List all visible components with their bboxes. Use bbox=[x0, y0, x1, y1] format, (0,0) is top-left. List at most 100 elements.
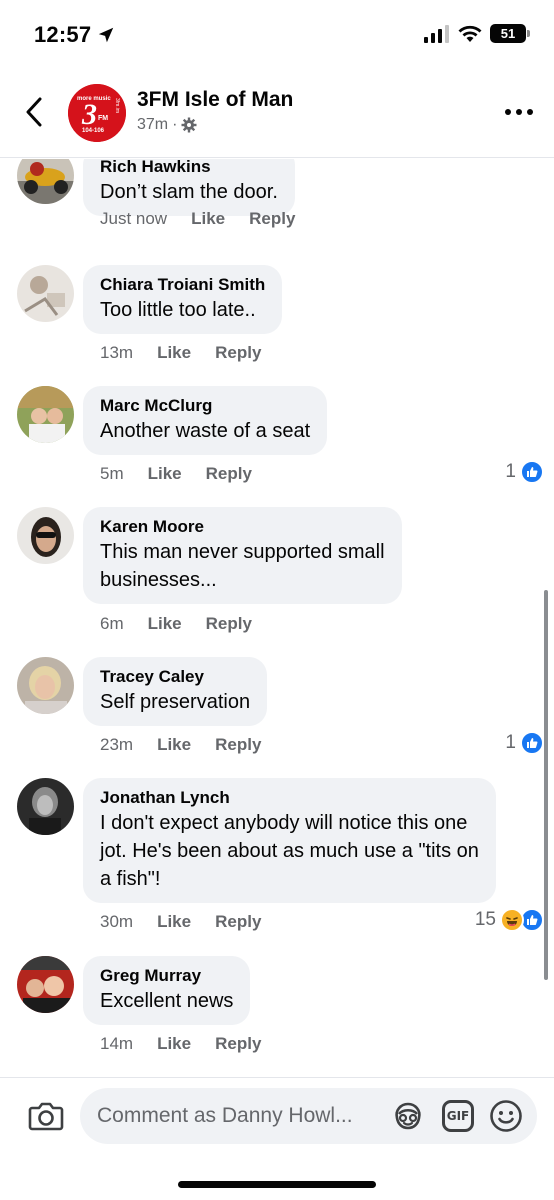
gif-icon: GIF bbox=[446, 1109, 470, 1123]
status-bar: 12:57 51 bbox=[0, 0, 554, 70]
like-icon bbox=[520, 460, 544, 484]
like-button[interactable]: Like bbox=[148, 464, 182, 484]
emoji-button[interactable] bbox=[489, 1099, 523, 1133]
svg-text:3: 3 bbox=[81, 98, 97, 131]
comment-meta: 14m Like Reply bbox=[100, 1034, 285, 1054]
comment-meta: 23m Like Reply bbox=[100, 735, 285, 755]
like-button[interactable]: Like bbox=[157, 1034, 191, 1054]
post-meta: 37m · bbox=[137, 116, 197, 134]
reply-button[interactable]: Reply bbox=[215, 343, 261, 363]
status-time-group: 12:57 bbox=[34, 22, 115, 48]
avatar[interactable] bbox=[17, 657, 74, 714]
svg-text:FM: FM bbox=[98, 115, 108, 122]
comment-meta: 30m Like Reply bbox=[100, 912, 285, 932]
comment-bubble[interactable]: Karen Moore This man never supported sma… bbox=[83, 507, 402, 604]
comment-text: Too little too late.. bbox=[100, 299, 256, 321]
comment-text-line: businesses... bbox=[100, 569, 217, 591]
avatar[interactable] bbox=[17, 386, 74, 443]
comment-author[interactable]: Marc McClurg bbox=[100, 395, 310, 417]
avatar[interactable] bbox=[17, 265, 74, 322]
back-button[interactable] bbox=[18, 94, 50, 130]
avatar-sticker-button[interactable] bbox=[392, 1100, 424, 1132]
avatar[interactable] bbox=[17, 507, 74, 564]
gif-button[interactable]: GIF bbox=[442, 1100, 474, 1132]
comment-composer: Comment as Danny Howl... GIF bbox=[0, 1077, 554, 1200]
comment-input-placeholder: Comment as Danny Howl... bbox=[97, 1104, 353, 1127]
comment-time: 14m bbox=[100, 1034, 134, 1053]
like-button[interactable]: Like bbox=[191, 209, 225, 229]
battery-level: 51 bbox=[500, 26, 516, 41]
comment-bubble[interactable]: Rich Hawkins Don’t slam the door. bbox=[83, 159, 295, 216]
comment-time: 30m bbox=[100, 912, 134, 931]
comment-time: 6m bbox=[100, 614, 124, 633]
comment-time: 13m bbox=[100, 343, 134, 362]
comment-bubble[interactable]: Chiara Troiani Smith Too little too late… bbox=[83, 265, 283, 334]
status-icons: 51 bbox=[424, 24, 530, 43]
like-button[interactable]: Like bbox=[157, 912, 191, 932]
comment-input[interactable]: Comment as Danny Howl... GIF bbox=[80, 1088, 537, 1144]
comment-text-line: This man never supported small bbox=[100, 541, 385, 563]
meta-separator: · bbox=[172, 116, 178, 133]
reply-button[interactable]: Reply bbox=[215, 735, 261, 755]
avatar-image bbox=[17, 386, 74, 443]
comment-text: Don’t slam the door. bbox=[100, 181, 278, 203]
comment-author[interactable]: Jonathan Lynch bbox=[100, 787, 479, 809]
avatar[interactable] bbox=[17, 956, 74, 1013]
avatar-image bbox=[17, 159, 74, 204]
comment-text: Excellent news bbox=[100, 990, 234, 1012]
post-header: more music 3 FM 104-106 3fm.im 3FM Isle … bbox=[0, 70, 554, 158]
comment-bubble[interactable]: Tracey Caley Self preservation bbox=[83, 657, 268, 726]
page-title[interactable]: 3FM Isle of Man bbox=[137, 88, 293, 112]
reaction-summary[interactable]: 1 bbox=[505, 731, 544, 755]
avatar-image bbox=[17, 265, 74, 322]
page-avatar[interactable]: more music 3 FM 104-106 3fm.im bbox=[68, 84, 126, 142]
comment-time: 23m bbox=[100, 735, 134, 754]
reaction-summary[interactable]: 1 bbox=[505, 460, 544, 484]
haha-icon bbox=[500, 908, 524, 932]
comment-author[interactable]: Chiara Troiani Smith bbox=[100, 274, 265, 296]
comment-time: Just now bbox=[100, 209, 168, 228]
comments-list: Rich Hawkins Don’t slam the door. Just n… bbox=[0, 159, 554, 1077]
avatar-image bbox=[17, 657, 74, 714]
more-options-button[interactable] bbox=[504, 100, 534, 124]
emoji-icon bbox=[490, 1100, 522, 1132]
post-age: 37m bbox=[137, 116, 169, 133]
comment-meta: 13m Like Reply bbox=[100, 343, 285, 363]
comment-text: Self preservation bbox=[100, 691, 251, 713]
reaction-summary[interactable]: 15 bbox=[475, 908, 544, 932]
like-button[interactable]: Like bbox=[157, 343, 191, 363]
comment-bubble[interactable]: Jonathan Lynch I don't expect anybody wi… bbox=[83, 778, 496, 903]
avatar[interactable] bbox=[17, 159, 74, 204]
reply-button[interactable]: Reply bbox=[206, 614, 252, 634]
comment-bubble[interactable]: Greg Murray Excellent news bbox=[83, 956, 251, 1025]
avatar[interactable] bbox=[17, 778, 74, 835]
reply-button[interactable]: Reply bbox=[206, 464, 252, 484]
camera-button[interactable] bbox=[28, 1100, 64, 1132]
comment-bubble[interactable]: Marc McClurg Another waste of a seat bbox=[83, 386, 328, 455]
status-time: 12:57 bbox=[34, 22, 92, 47]
like-button[interactable]: Like bbox=[148, 614, 182, 634]
comment-author[interactable]: Greg Murray bbox=[100, 965, 233, 987]
more-icon bbox=[505, 109, 533, 115]
location-arrow-icon bbox=[99, 27, 114, 43]
comment-text: Another waste of a seat bbox=[100, 420, 311, 442]
camera-icon bbox=[28, 1102, 64, 1131]
svg-text:3fm.im: 3fm.im bbox=[114, 98, 120, 113]
reply-button[interactable]: Reply bbox=[249, 209, 295, 229]
like-button[interactable]: Like bbox=[157, 735, 191, 755]
home-indicator[interactable] bbox=[178, 1181, 376, 1188]
avatar-image bbox=[17, 778, 74, 835]
reaction-count: 1 bbox=[505, 461, 516, 482]
comment-author[interactable]: Rich Hawkins bbox=[100, 159, 278, 178]
scrollbar[interactable] bbox=[544, 590, 548, 980]
signal-icon bbox=[424, 24, 449, 43]
comment-author[interactable]: Tracey Caley bbox=[100, 666, 250, 688]
like-icon bbox=[520, 731, 544, 755]
reply-button[interactable]: Reply bbox=[215, 1034, 261, 1054]
back-chevron-icon bbox=[26, 97, 42, 127]
comment-author[interactable]: Karen Moore bbox=[100, 516, 385, 538]
comment-meta: 5m Like Reply bbox=[100, 464, 276, 484]
comment-meta: 6m Like Reply bbox=[100, 614, 276, 634]
3fm-logo: more music 3 FM 104-106 3fm.im bbox=[68, 84, 126, 142]
reply-button[interactable]: Reply bbox=[215, 912, 261, 932]
